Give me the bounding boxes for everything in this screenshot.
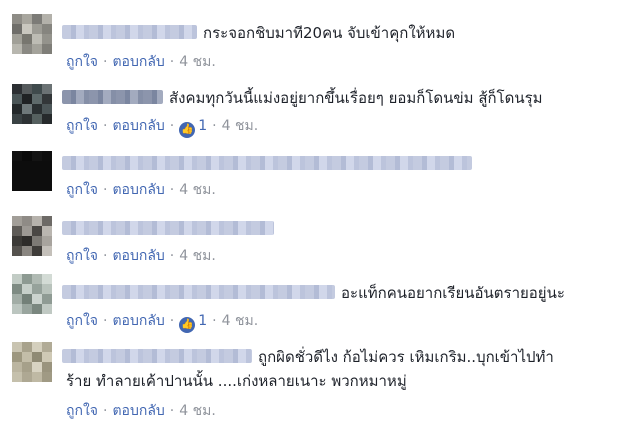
comment-item: ถูกใจ · ตอบกลับ · 4 ชม. xyxy=(0,142,630,208)
comment-text: สังคมทุกวันนี้แม่งอยู่ยากขึ้นเรื่อยๆ ยอม… xyxy=(169,89,543,107)
separator: · xyxy=(169,403,175,419)
timestamp[interactable]: 4 ชม. xyxy=(222,313,259,329)
commenter-name[interactable] xyxy=(62,221,274,235)
separator: · xyxy=(212,118,217,134)
commenter-name[interactable] xyxy=(62,285,335,299)
separator: · xyxy=(103,248,108,264)
separator: · xyxy=(169,182,175,198)
comment-body: อะแท็กคนอยากเรียนอันตรายอยู่นะ xyxy=(62,282,565,304)
comment-actions: ถูกใจ · ตอบกลับ · 👍 1 · 4 ชม. xyxy=(66,311,259,333)
timestamp[interactable]: 4 ชม. xyxy=(179,403,216,419)
avatar[interactable] xyxy=(12,151,52,191)
comment-text: กระจอกชิบมาที20คน จับเข้าคุกให้หมด xyxy=(203,24,456,42)
separator: · xyxy=(169,118,175,134)
separator: · xyxy=(212,313,217,329)
separator: · xyxy=(103,182,108,198)
like-link[interactable]: ถูกใจ xyxy=(66,182,98,198)
comment-text: อะแท็กคนอยากเรียนอันตรายอยู่นะ xyxy=(341,284,565,302)
reply-link[interactable]: ตอบกลับ xyxy=(112,403,164,419)
avatar[interactable] xyxy=(12,216,52,256)
commenter-name[interactable] xyxy=(62,90,163,104)
like-count[interactable]: 1 xyxy=(198,313,207,329)
commenter-name[interactable] xyxy=(62,349,252,363)
comment-body: ถูกผิดชั่วดีไง ก้อไม่ควร เหิมเกริม..บุกเ… xyxy=(62,346,554,368)
avatar[interactable] xyxy=(12,14,52,54)
comment-actions: ถูกใจ · ตอบกลับ · 4 ชม. xyxy=(66,401,216,421)
avatar[interactable] xyxy=(12,84,52,124)
timestamp[interactable]: 4 ชม. xyxy=(179,182,216,198)
timestamp[interactable]: 4 ชม. xyxy=(179,248,216,264)
comment-body: กระจอกชิบมาที20คน จับเข้าคุกให้หมด xyxy=(62,22,455,44)
comment-actions: ถูกใจ · ตอบกลับ · 4 ชม. xyxy=(66,52,216,72)
comment-actions: ถูกใจ · ตอบกลับ · 4 ชม. xyxy=(66,246,216,266)
comment-item: อะแท็กคนอยากเรียนอันตรายอยู่นะ ถูกใจ · ตอบ… xyxy=(0,274,630,340)
thumbs-up-icon[interactable]: 👍 xyxy=(179,122,196,138)
like-link[interactable]: ถูกใจ xyxy=(66,403,98,419)
avatar[interactable] xyxy=(12,274,52,314)
reply-link[interactable]: ตอบกลับ xyxy=(112,54,164,70)
comment-item: สังคมทุกวันนี้แม่งอยู่ยากขึ้นเรื่อยๆ ยอม… xyxy=(0,75,630,142)
comment-text: ถูกผิดชั่วดีไง ก้อไม่ควร เหิมเกริม..บุกเ… xyxy=(258,348,554,366)
comment-body xyxy=(62,218,280,240)
comment-body: สังคมทุกวันนี้แม่งอยู่ยากขึ้นเรื่อยๆ ยอม… xyxy=(62,87,543,109)
commenter-name[interactable] xyxy=(62,25,197,39)
thumbs-up-icon[interactable]: 👍 xyxy=(179,317,196,333)
like-link[interactable]: ถูกใจ xyxy=(66,54,98,70)
separator: · xyxy=(103,313,108,329)
comment-text-line-2: ร้าย ทำลายเค้าปานนั้น ....เก่งหลายเนาะ พ… xyxy=(66,372,407,390)
timestamp[interactable]: 4 ชม. xyxy=(222,118,259,134)
like-link[interactable]: ถูกใจ xyxy=(66,118,98,134)
reply-link[interactable]: ตอบกลับ xyxy=(112,118,164,134)
separator: · xyxy=(169,313,175,329)
commenter-name[interactable] xyxy=(62,156,472,170)
comment-body xyxy=(62,153,478,175)
separator: · xyxy=(103,403,108,419)
comment-actions: ถูกใจ · ตอบกลับ · 4 ชม. xyxy=(66,180,216,200)
reply-link[interactable]: ตอบกลับ xyxy=(112,248,164,264)
separator: · xyxy=(169,248,175,264)
reply-link[interactable]: ตอบกลับ xyxy=(112,313,164,329)
separator: · xyxy=(169,54,175,70)
separator: · xyxy=(103,118,108,134)
avatar[interactable] xyxy=(12,342,52,382)
comment-actions: ถูกใจ · ตอบกลับ · 👍 1 · 4 ชม. xyxy=(66,116,259,138)
like-count[interactable]: 1 xyxy=(198,118,207,134)
like-link[interactable]: ถูกใจ xyxy=(66,313,98,329)
timestamp[interactable]: 4 ชม. xyxy=(179,54,216,70)
separator: · xyxy=(103,54,108,70)
comment-item: ถูกผิดชั่วดีไง ก้อไม่ควร เหิมเกริม..บุกเ… xyxy=(0,340,630,428)
comment-body-continued: ร้าย ทำลายเค้าปานนั้น ....เก่งหลายเนาะ พ… xyxy=(66,370,407,392)
comment-item: กระจอกชิบมาที20คน จับเข้าคุกให้หมด ถูกใจ… xyxy=(0,0,630,75)
reply-link[interactable]: ตอบกลับ xyxy=(112,182,164,198)
like-link[interactable]: ถูกใจ xyxy=(66,248,98,264)
comment-item: ถูกใจ · ตอบกลับ · 4 ชม. xyxy=(0,208,630,274)
